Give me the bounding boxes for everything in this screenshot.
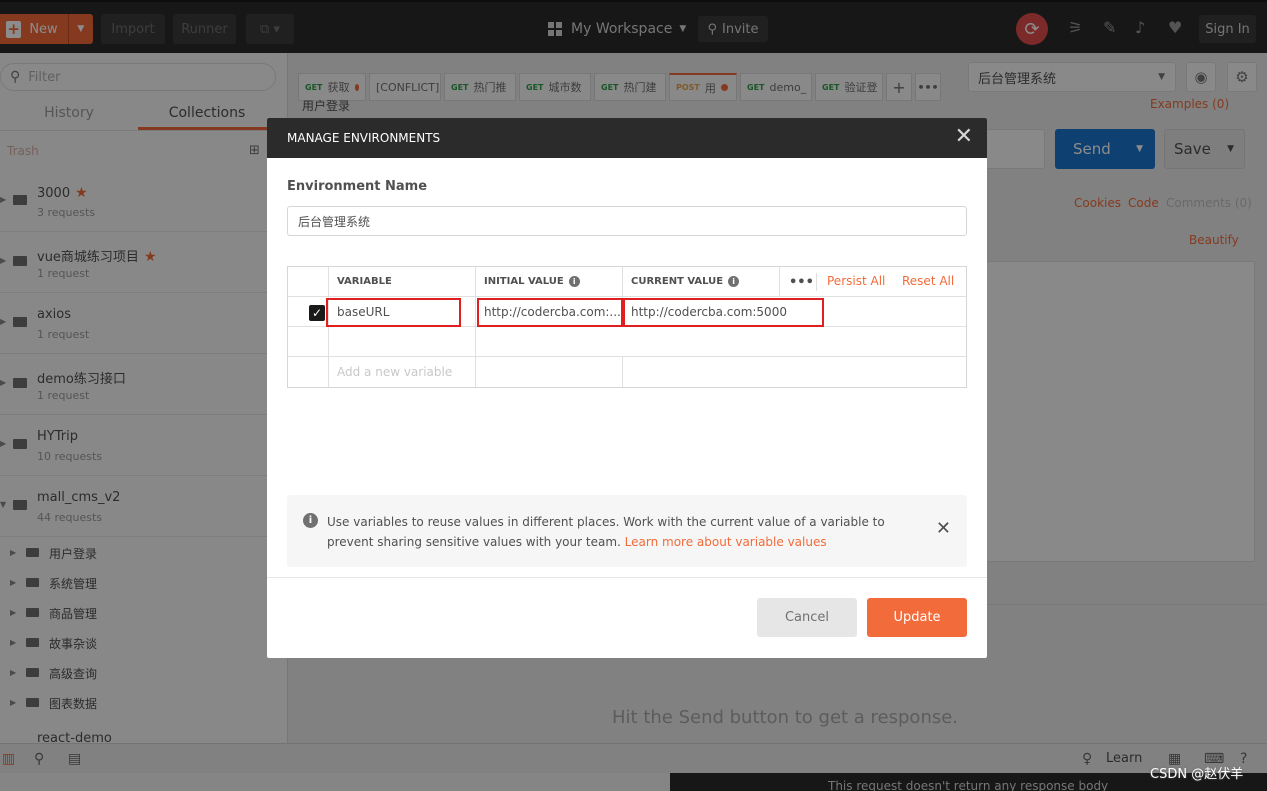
new-current-cell[interactable] [622,357,966,387]
highlight-box [623,298,824,327]
info-text: Use variables to reuse values in differe… [327,512,917,552]
variable-cell[interactable] [328,327,475,356]
new-variable-cell[interactable]: Add a new variable [328,357,475,387]
close-icon[interactable]: ✕ [955,126,973,148]
modal-title: MANAGE ENVIRONMENTS [287,131,441,145]
environment-name-label: Environment Name [287,179,428,194]
table-header-row: VARIABLE INITIAL VALUE i CURRENT VALUE i •… [288,267,966,297]
column-header-label: CURRENT VALUE [631,276,724,287]
more-options-icon[interactable]: ••• [789,267,814,297]
divider [267,577,987,578]
modal-header: MANAGE ENVIRONMENTS ✕ [267,118,987,158]
initial-value-cell[interactable] [475,327,622,356]
highlight-box [326,298,461,327]
table-row [288,327,966,357]
watermark: CSDN @赵伏羊 [1150,767,1244,782]
reset-all-link[interactable]: Reset All [902,274,954,288]
update-button[interactable]: Update [867,598,967,637]
new-initial-cell[interactable] [475,357,622,387]
info-icon[interactable]: i [728,276,740,287]
persist-all-link[interactable]: Persist All [827,274,885,288]
new-variable-placeholder: Add a new variable [337,365,453,379]
column-header-initial: INITIAL VALUE i [475,267,622,296]
info-icon: i [303,513,318,528]
highlight-box [477,298,623,327]
variables-table: VARIABLE INITIAL VALUE i CURRENT VALUE i •… [287,266,967,388]
divider [816,273,817,291]
column-header-label: VARIABLE [337,276,392,287]
column-header-label: INITIAL VALUE [484,276,564,287]
info-banner: i Use variables to reuse values in diffe… [287,495,967,567]
info-icon[interactable]: i [568,276,580,287]
environment-name-input[interactable] [287,206,967,236]
enabled-checkbox[interactable]: ✓ [309,305,325,321]
cancel-button[interactable]: Cancel [757,598,857,637]
column-header-variable: VARIABLE [328,267,475,296]
close-icon[interactable]: ✕ [936,520,951,538]
new-variable-row: Add a new variable [288,357,966,387]
column-header-current: CURRENT VALUE i [622,267,779,296]
learn-more-link[interactable]: Learn more about variable values [625,535,827,549]
manage-environments-modal: MANAGE ENVIRONMENTS ✕ Environment Name V… [267,118,987,658]
